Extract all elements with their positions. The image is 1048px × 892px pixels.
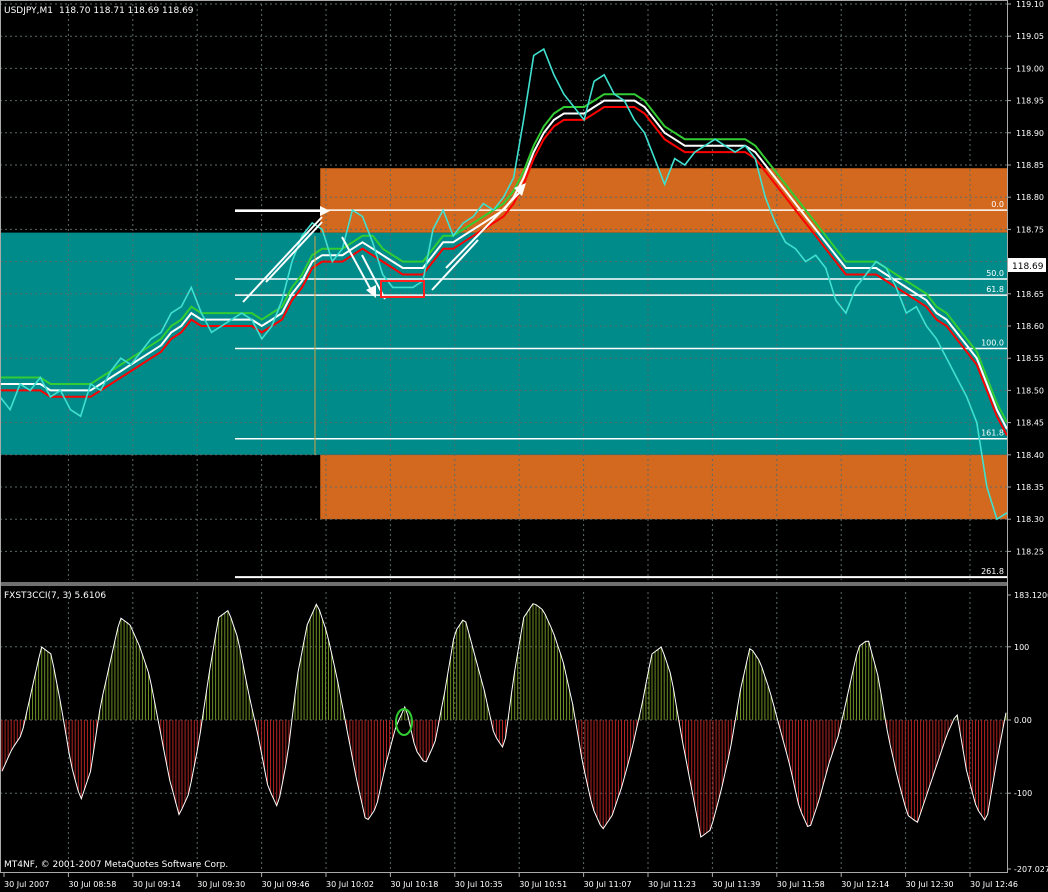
cci-tick-label: -207.0273 bbox=[1014, 865, 1048, 874]
fib-label-61-8: 61.8 bbox=[986, 285, 1004, 294]
fib-label-161-8: 161.8 bbox=[981, 429, 1004, 438]
price-tick-label: 118.30 bbox=[1016, 515, 1044, 524]
cci-tick-label: -100 bbox=[1014, 789, 1032, 798]
time-tick-label: 30 Jul 12:46 bbox=[970, 880, 1018, 889]
price-tick-label: 118.65 bbox=[1016, 290, 1044, 299]
price-tick-label: 118.50 bbox=[1016, 386, 1044, 395]
time-tick-label: 30 Jul 09:14 bbox=[133, 880, 181, 889]
time-tick-label: 30 Jul 10:35 bbox=[455, 880, 503, 889]
price-tick-label: 118.55 bbox=[1016, 354, 1044, 363]
symbol-label: USDJPY,M1 118.70 118.71 118.69 118.69 bbox=[4, 6, 194, 16]
time-tick-label: 30 Jul 11:07 bbox=[584, 880, 632, 889]
price-tick-label: 118.75 bbox=[1016, 225, 1044, 234]
time-tick-label: 30 Jul 09:30 bbox=[197, 880, 245, 889]
chart-root: 0.0 50.0 61.8 100.0 161.8 261.8 USDJPY,M1 118.… bbox=[0, 0, 1048, 892]
time-tick-label: 30 Jul 10:18 bbox=[390, 880, 438, 889]
time-tick-label: 30 Jul 11:58 bbox=[777, 880, 825, 889]
price-tick-label: 118.80 bbox=[1016, 193, 1044, 202]
price-tick-label: 118.40 bbox=[1016, 451, 1044, 460]
time-tick-label: 30 Jul 12:30 bbox=[906, 880, 954, 889]
panel-separator[interactable] bbox=[0, 582, 1008, 586]
price-tick-label: 118.25 bbox=[1016, 547, 1044, 556]
price-tick-label: 118.90 bbox=[1016, 129, 1044, 138]
fib-label-100-0: 100.0 bbox=[981, 339, 1004, 348]
cci-tick-label: 0.00 bbox=[1014, 716, 1032, 725]
time-tick-label: 30 Jul 09:46 bbox=[262, 880, 310, 889]
time-tick-label: 30 Jul 08:58 bbox=[68, 880, 116, 889]
price-tick-label: 118.95 bbox=[1016, 97, 1044, 106]
price-tick-label: 119.05 bbox=[1016, 32, 1044, 41]
zone-0 bbox=[0, 232, 1007, 455]
time-tick-label: 30 Jul 11:39 bbox=[712, 880, 760, 889]
time-tick-label: 30 Jul 10:02 bbox=[326, 880, 374, 889]
price-tick-label: 119.10 bbox=[1016, 0, 1044, 9]
zone-2 bbox=[320, 454, 1007, 520]
fib-label-261-8: 261.8 bbox=[981, 567, 1004, 576]
price-tick-label: 118.35 bbox=[1016, 483, 1044, 492]
fib-label-50-0: 50.0 bbox=[986, 269, 1004, 278]
copyright-label: MT4NF, © 2001-2007 MetaQuotes Software C… bbox=[4, 860, 228, 870]
zone-1 bbox=[320, 168, 1007, 233]
cci-tick-label: 183.1200 bbox=[1014, 591, 1048, 600]
cci-tick-label: 100 bbox=[1014, 643, 1029, 652]
price-tick-label: 118.45 bbox=[1016, 419, 1044, 428]
time-tick-label: 30 Jul 11:23 bbox=[648, 880, 696, 889]
time-tick-label: 30 Jul 12:14 bbox=[841, 880, 889, 889]
time-tick-label: 30 Jul 2007 bbox=[4, 880, 49, 889]
price-tick-label: 118.85 bbox=[1016, 161, 1044, 170]
price-tick-label: 118.60 bbox=[1016, 322, 1044, 331]
price-tick-label: 119.00 bbox=[1016, 64, 1044, 73]
fib-label-0-0: 0.0 bbox=[991, 200, 1004, 209]
time-tick-label: 30 Jul 10:51 bbox=[519, 880, 567, 889]
current-price-label: 118.69 bbox=[1012, 262, 1044, 272]
indicator-label: FXST3CCI(7, 3) 5.6106 bbox=[4, 591, 106, 601]
